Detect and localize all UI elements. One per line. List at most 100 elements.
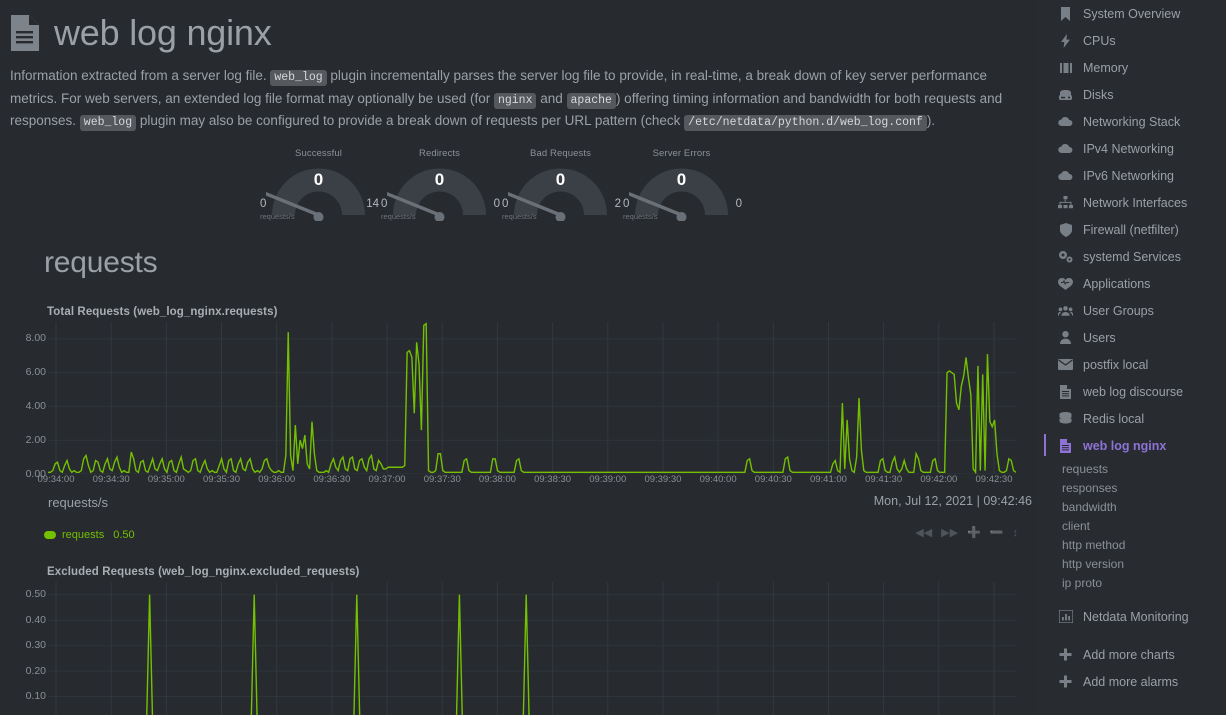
gauge-value: 0: [555, 169, 566, 189]
y-axis-labels: 8.00 6.00 4.00 2.00 0.00: [16, 322, 46, 479]
bookmark-icon: [1058, 6, 1073, 21]
sidebar-item-applications[interactable]: Applications: [1036, 270, 1226, 297]
sidebar-subitem-label: requests: [1062, 461, 1109, 476]
main-content: web log nginx Information extracted from…: [0, 0, 1036, 715]
sidebar-item-network-interfaces[interactable]: Network Interfaces: [1036, 189, 1226, 216]
series-svg: [48, 581, 1016, 715]
sidebar-item-postfix-local[interactable]: postfix local: [1036, 351, 1226, 378]
gauge-successful[interactable]: Successful 0 0 requests/s 14: [258, 148, 379, 224]
sidebar-item-user-groups[interactable]: User Groups: [1036, 297, 1226, 324]
zoom-out-icon[interactable]: ➖: [990, 526, 1004, 540]
envelope-icon: [1058, 357, 1073, 372]
zoom-in-icon[interactable]: ➕: [967, 526, 981, 540]
y-axis-tick: 6.00: [25, 366, 46, 379]
add-more-charts-button[interactable]: Add more charts: [1036, 641, 1226, 668]
resize-icon[interactable]: ↕: [1013, 526, 1019, 540]
sidebar-subitem-http-version[interactable]: http version: [1036, 554, 1226, 573]
sidebar-item-memory[interactable]: Memory: [1036, 54, 1226, 81]
chart-title: Total Requests (web_log_nginx.requests): [47, 305, 278, 318]
gauge-server-errors[interactable]: Server Errors 0 0 requests/s 0: [621, 148, 742, 224]
sidebar-nav: System Overview CPUs Memory Disks Networking…: [1036, 0, 1226, 715]
gauge-max: 14: [366, 197, 379, 210]
sidebar-item-netdata-monitoring[interactable]: Netdata Monitoring: [1036, 603, 1226, 630]
sidebar-subitem-http-method[interactable]: http method: [1036, 535, 1226, 554]
y-axis-tick: 8.00: [25, 332, 46, 345]
sidebar-item-networking-stack[interactable]: Networking Stack: [1036, 108, 1226, 135]
legend-dimension-name[interactable]: requests: [62, 529, 104, 541]
gauge-label: Redirects: [418, 147, 461, 159]
sidebar-item-ipv6-networking[interactable]: IPv6 Networking: [1036, 162, 1226, 189]
cloud-icon: [1058, 114, 1073, 129]
sidebar-item-disks[interactable]: Disks: [1036, 81, 1226, 108]
sidebar-subitem-label: http version: [1062, 556, 1125, 571]
gauge-bad-requests[interactable]: Bad Requests 0 0 requests/s 2: [500, 148, 621, 224]
sidebar-subitem-requests[interactable]: requests: [1036, 459, 1226, 478]
user-icon: [1058, 330, 1073, 345]
gauge-units: requests/s: [381, 211, 416, 221]
desc-text-6: ).: [926, 113, 936, 128]
x-axis-tick: 09:42:30: [975, 473, 1013, 485]
chart-controls[interactable]: ◀◀ ▶▶ ➕ ➖ ↕: [915, 526, 1018, 540]
document-icon: [1058, 384, 1073, 399]
gauge-units: requests/s: [502, 211, 537, 221]
page-title: web log nginx: [54, 12, 272, 53]
sidebar-subitem-label: client: [1062, 518, 1091, 533]
heart-icon: [1058, 276, 1073, 291]
add-more-alarms-button[interactable]: Add more alarms: [1036, 668, 1226, 695]
sidebar-item-label: Disks: [1083, 87, 1114, 102]
sidebar-item-firewall-netfilter[interactable]: Firewall (netfilter): [1036, 216, 1226, 243]
sidebar-item-ipv4-networking[interactable]: IPv4 Networking: [1036, 135, 1226, 162]
sitemap-icon: [1058, 195, 1073, 210]
section-title-requests: requests: [44, 245, 158, 279]
chart-plot-area[interactable]: 8.00 6.00 4.00 2.00 0.00: [16, 321, 1016, 480]
forward-icon[interactable]: ▶▶: [941, 526, 958, 540]
chart-plot-area[interactable]: 0.10 0.20 0.30 0.40 0.50: [16, 581, 1016, 715]
chart-units: requests/s: [48, 494, 108, 510]
desc-text-3: and: [536, 90, 567, 106]
sidebar-item-web-log-discourse[interactable]: web log discourse: [1036, 378, 1226, 405]
disks-icon: [1058, 87, 1073, 102]
database-icon: [1058, 411, 1073, 426]
series-requests: [48, 323, 1016, 472]
sidebar-subitem-ip-proto[interactable]: ip proto: [1036, 573, 1226, 592]
sidebar-item-label: web log discourse: [1083, 384, 1184, 399]
y-axis-tick: 4.00: [25, 399, 46, 412]
y-axis-tick: 0.50: [25, 588, 46, 601]
memory-icon: [1058, 60, 1073, 75]
y-axis-tick: 0.30: [25, 639, 46, 652]
shield-icon: [1058, 222, 1073, 237]
sidebar-item-label: Network Interfaces: [1083, 195, 1188, 210]
sidebar-subitem-bandwidth[interactable]: bandwidth: [1036, 497, 1226, 516]
sidebar-item-system-overview[interactable]: System Overview: [1036, 0, 1226, 27]
plot-canvas[interactable]: [48, 321, 1016, 474]
sidebar-item-web-log-nginx[interactable]: web log nginx: [1036, 432, 1226, 459]
y-axis-labels: 0.10 0.20 0.30 0.40 0.50: [16, 582, 46, 715]
x-axis-tick: 09:37:00: [368, 473, 406, 485]
sidebar-item-systemd-services[interactable]: systemd Services: [1036, 243, 1226, 270]
sidebar-subitem-client[interactable]: client: [1036, 516, 1226, 535]
chart-excluded-requests: Excluded Requests (web_log_nginx.exclude…: [0, 566, 1036, 715]
sidebar-subitem-label: http method: [1062, 537, 1126, 552]
x-axis-labels: 09:34:00 09:34:30 09:35:00 09:35:30 09:36:00…: [38, 473, 1032, 488]
sidebar-subitem-responses[interactable]: responses: [1036, 478, 1226, 497]
sidebar-item-redis-local[interactable]: Redis local: [1036, 405, 1226, 432]
chart-title: Excluded Requests (web_log_nginx.exclude…: [47, 565, 360, 578]
code-web-log-1: web_log: [270, 70, 327, 86]
sidebar-subitem-label: responses: [1062, 480, 1118, 495]
rewind-icon[interactable]: ◀◀: [915, 526, 932, 540]
sidebar-item-label: Firewall (netfilter): [1083, 222, 1179, 237]
gauge-redirects[interactable]: Redirects 0 0 requests/s 0: [379, 148, 500, 224]
series-excluded-requests: [48, 594, 1016, 715]
x-axis-tick: 09:41:30: [865, 473, 903, 485]
sidebar-item-label: Applications: [1083, 276, 1151, 291]
sidebar-subitem-label: ip proto: [1062, 575, 1103, 590]
sidebar-item-cpus[interactable]: CPUs: [1036, 27, 1226, 54]
plot-canvas[interactable]: [48, 581, 1016, 715]
gauge-value: 0: [434, 169, 445, 189]
x-axis-tick: 09:34:00: [37, 473, 75, 485]
sidebar-item-label: User Groups: [1083, 303, 1154, 318]
sidebar-item-users[interactable]: Users: [1036, 324, 1226, 351]
chart-bar-icon: [1058, 609, 1073, 624]
gauge-label: Bad Requests: [530, 147, 591, 159]
